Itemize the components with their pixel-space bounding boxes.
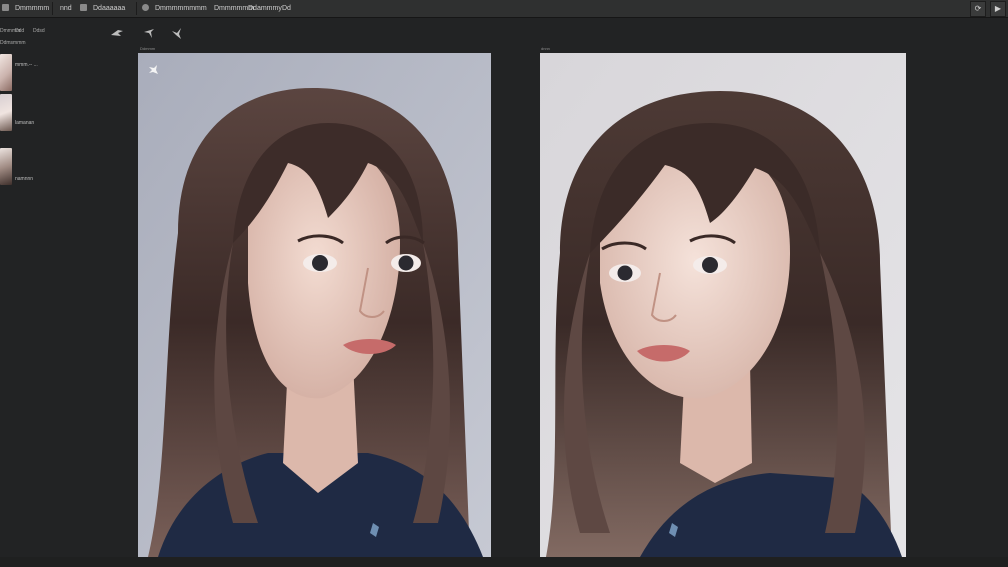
app-icon [2,4,9,11]
tab-3[interactable]: Ddaaaaaa [80,0,125,17]
thumbnail-2[interactable] [0,94,12,131]
right-canvas[interactable] [540,53,906,557]
paint-brush-icon[interactable] [109,26,125,40]
toolbar-item-3[interactable]: Ddsd [33,28,45,34]
toolbar-subtitle: Ddmsmmm [0,40,26,46]
divider [136,2,137,15]
left-canvas[interactable] [138,53,491,557]
canvas-label: dnnn [541,46,550,51]
tab-6-label: Ddammmy [248,5,282,12]
tab-3-label: Ddaaaaaa [93,5,126,12]
thumbnail-1[interactable] [0,54,12,91]
sidebar: mmm.-- ... lamanan namnnn [0,52,110,557]
tab-7[interactable]: Dd [282,0,291,17]
thumbnail-3[interactable] [0,148,12,185]
cursor-arrow-icon[interactable] [141,26,157,40]
sidebar-item-label: namnnn [15,176,34,182]
tab-6[interactable]: Ddammmy [248,0,282,17]
settings-icon [142,4,149,11]
portrait-image-right [540,53,906,557]
sidebar-item-label: mmm.-- ... [15,62,38,68]
play-icon[interactable]: ▶ [990,1,1006,17]
portrait-image-left [138,53,491,557]
tab-4-label: Dmmmmmmmm [155,5,207,12]
sidebar-item-label: lamanan [15,120,35,126]
refresh-icon[interactable]: ⟳ [970,1,986,17]
title-bar: Dmmmmm nnd Ddaaaaaa Dmmmmmmmm Dmmmmmm Dd… [0,0,1008,18]
divider [52,2,53,15]
tab-7-label: Dd [282,5,291,12]
tab-2-label: nnd [60,5,72,12]
tab-4[interactable]: Dmmmmmmmm [142,0,207,17]
tab-1-label: Dmmmmm [15,5,50,12]
canvas-label: Ddmmm [140,46,156,51]
pen-tool-icon[interactable] [169,26,185,40]
toolbar-item-2[interactable]: Ddd [15,28,24,34]
file-icon [80,4,87,11]
tab-1[interactable]: Dmmmmm [2,0,49,17]
pin-icon[interactable] [146,63,160,77]
tab-2[interactable]: nnd [60,0,72,17]
status-bar [0,557,1008,567]
